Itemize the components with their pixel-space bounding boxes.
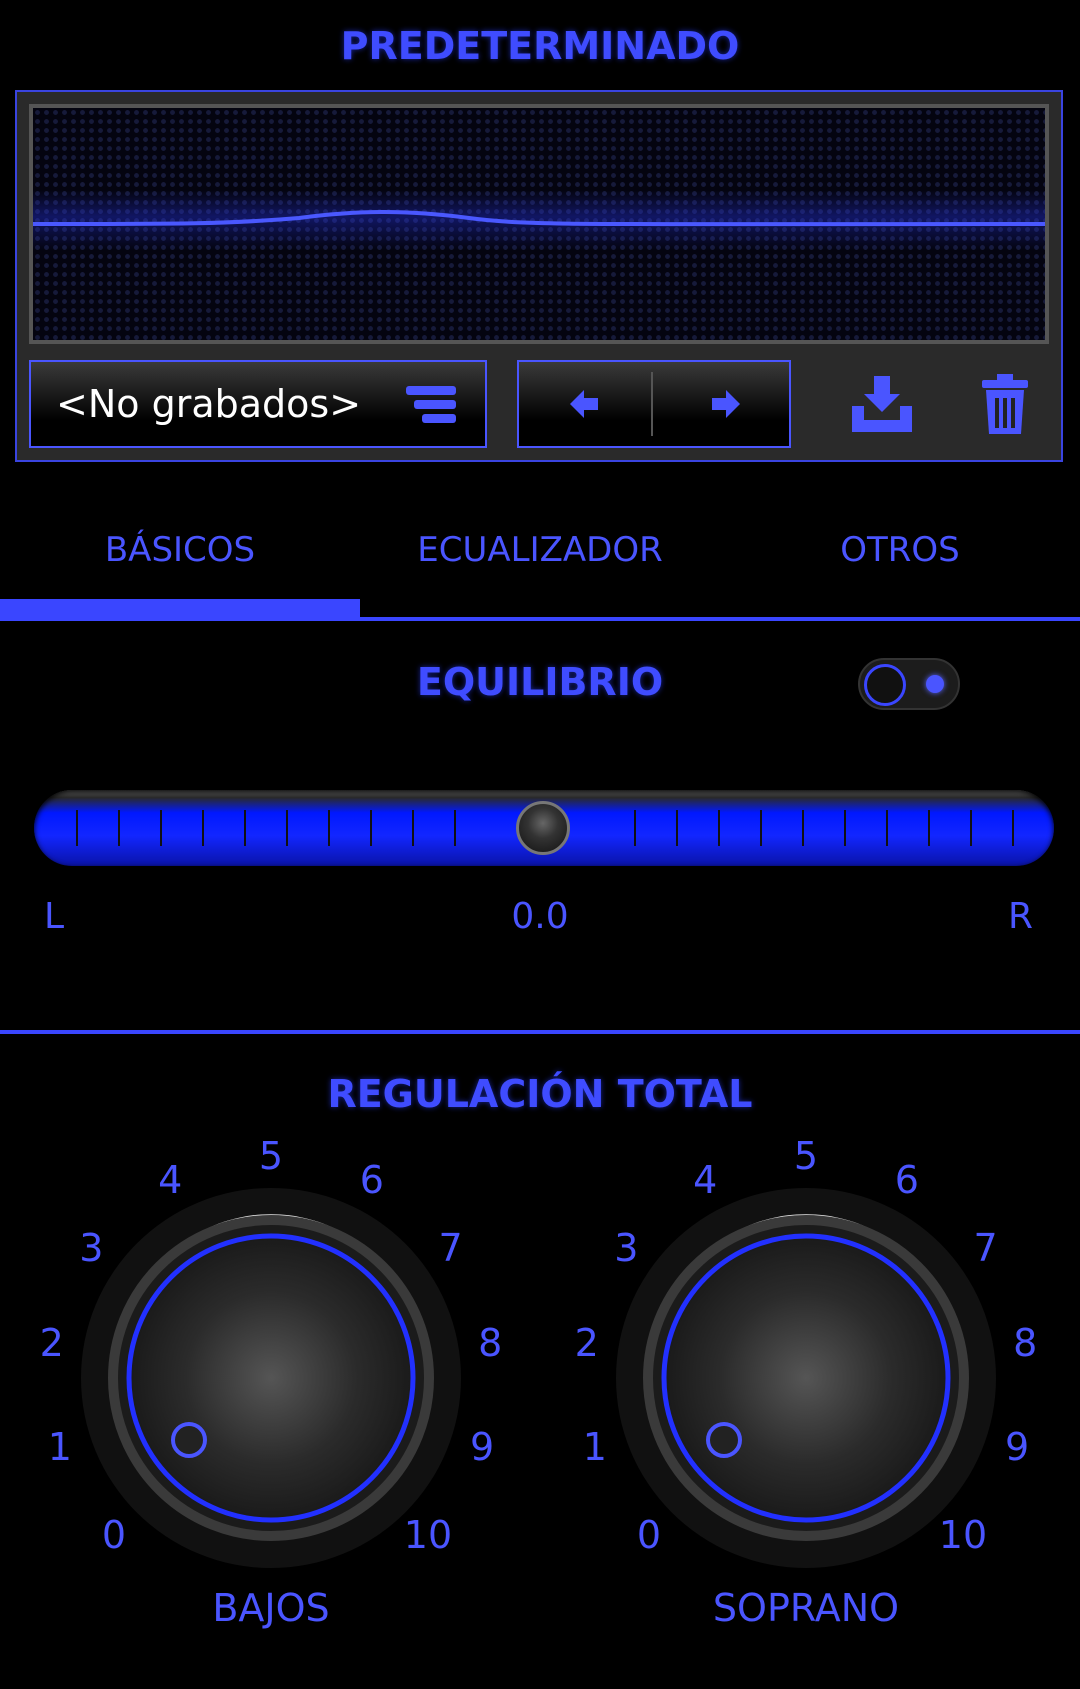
slider-tick <box>160 810 162 846</box>
knob-scale-label: 2 <box>574 1321 599 1366</box>
slider-tick <box>286 810 288 846</box>
knob-scale-label: 3 <box>614 1225 639 1270</box>
slider-tick <box>634 810 636 846</box>
slider-tick <box>118 810 120 846</box>
knob-scale-label: 5 <box>258 1134 284 1178</box>
knob-scale-label: 0 <box>636 1512 662 1557</box>
section-divider <box>0 1030 1080 1034</box>
eq-curve <box>32 210 1046 227</box>
knob-scale-label: 3 <box>79 1225 104 1270</box>
slider-tick <box>928 810 930 846</box>
tab-ecualizador[interactable]: ECUALIZADOR <box>360 530 720 570</box>
arrow-left-icon[interactable] <box>570 390 600 418</box>
knob-scale-label: 6 <box>894 1158 919 1203</box>
slider-tick <box>370 810 372 846</box>
knob-scale-label: 1 <box>582 1424 607 1469</box>
list-lines-icon[interactable] <box>404 384 458 426</box>
balance-value: 0.0 <box>511 896 569 937</box>
balance-toggle[interactable] <box>858 658 960 710</box>
knob-scale-label: 6 <box>359 1158 384 1203</box>
slider-tick <box>844 810 846 846</box>
knob-scale-label: 7 <box>438 1225 463 1270</box>
knob-scale-label: 8 <box>1013 1321 1038 1366</box>
bajos-knob-label: BAJOS <box>212 1586 330 1630</box>
slider-tick <box>454 810 456 846</box>
knob-scale-label: 10 <box>938 1512 988 1557</box>
nav-divider <box>651 372 653 436</box>
knob-scale-label: 7 <box>973 1225 998 1270</box>
tab-underline <box>0 617 1080 621</box>
preset-navigation <box>517 360 791 448</box>
arrow-right-icon[interactable] <box>710 390 740 418</box>
slider-tick <box>244 810 246 846</box>
knob-scale-label: 0 <box>101 1512 127 1557</box>
toggle-thumb <box>864 664 906 706</box>
tab-otros[interactable]: OTROS <box>720 530 1080 570</box>
slider-tick <box>802 810 804 846</box>
slider-tick <box>412 810 414 846</box>
toggle-led <box>926 675 944 693</box>
balance-slider-thumb[interactable] <box>516 801 570 855</box>
slider-tick <box>760 810 762 846</box>
soprano-knob-label: SOPRANO <box>712 1586 900 1630</box>
preset-name: <No grabados> <box>56 382 362 426</box>
slider-tick <box>886 810 888 846</box>
slider-tick <box>1012 810 1014 846</box>
slider-tick <box>718 810 720 846</box>
knob-scale-label: 2 <box>39 1321 64 1366</box>
total-title: REGULACIÓN TOTAL <box>327 1072 753 1116</box>
download-tray-icon[interactable] <box>850 376 914 432</box>
knob-scale-label: 4 <box>693 1158 718 1203</box>
slider-tick <box>676 810 678 846</box>
trash-icon[interactable] <box>980 374 1030 434</box>
tab-basicos[interactable]: BÁSICOS <box>0 530 360 570</box>
slider-tick <box>202 810 204 846</box>
preset-title: PREDETERMINADO <box>340 24 740 68</box>
slider-tick <box>970 810 972 846</box>
slider-tick <box>328 810 330 846</box>
slider-tick <box>76 810 78 846</box>
tab-active-indicator <box>0 599 360 619</box>
knob-scale-label: 5 <box>793 1134 819 1178</box>
knob-scale-label: 4 <box>158 1158 183 1203</box>
knob-scale-label: 9 <box>470 1424 495 1469</box>
balance-right-label: R <box>1008 896 1034 937</box>
knob-scale-label: 10 <box>403 1512 453 1557</box>
knob-scale-label: 8 <box>478 1321 503 1366</box>
knob-scale-label: 9 <box>1005 1424 1030 1469</box>
knob-scale-label: 1 <box>47 1424 72 1469</box>
